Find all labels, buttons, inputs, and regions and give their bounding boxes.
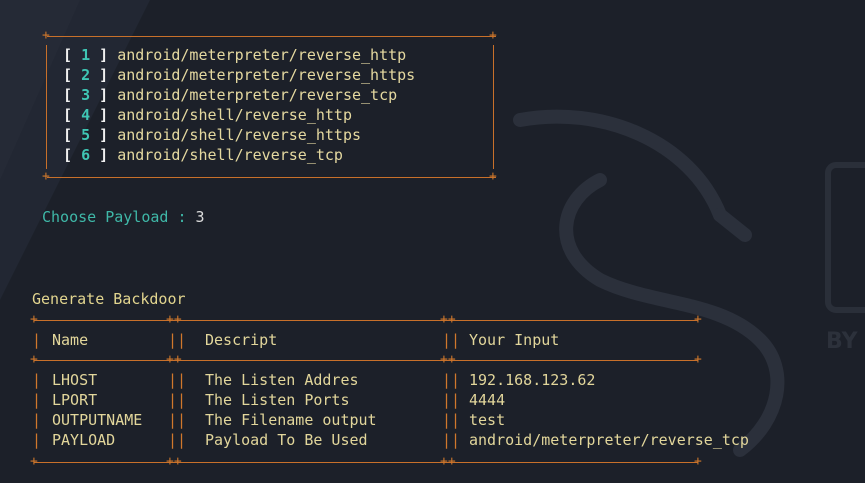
corner-plus: ++ (440, 454, 456, 469)
corner-plus: ++ (166, 352, 182, 367)
corner-plus: ++ (440, 352, 456, 367)
menu-left-border (46, 45, 47, 169)
row-name: LPORT (52, 391, 98, 409)
row-name: OUTPUTNAME (52, 411, 143, 429)
corner-plus: + (42, 28, 50, 43)
menu-item[interactable]: [ 4 ] android/shell/reverse_http (63, 105, 352, 125)
menu-right-border (493, 45, 494, 169)
table-border (34, 462, 698, 463)
corner-plus: ++ (166, 454, 182, 469)
corner-plus: + (694, 352, 702, 367)
payload-prompt[interactable]: Choose Payload : 3 (42, 207, 205, 227)
menu-item-number: 3 (81, 86, 91, 104)
row-descript: The Filename output (205, 411, 377, 429)
row-input: test (469, 411, 506, 429)
row-name: LHOST (52, 371, 98, 389)
menu-item-label: android/meterpreter/reverse_http (117, 46, 407, 64)
menu-top-border (47, 36, 496, 37)
table-border (34, 360, 698, 361)
menu-item-label: android/shell/reverse_https (117, 126, 362, 144)
menu-item-label: android/meterpreter/reverse_https (117, 66, 416, 84)
corner-plus: + (694, 312, 702, 327)
row-input: android/meterpreter/reverse_tcp (469, 431, 749, 449)
header-name: Name (52, 331, 89, 349)
kali-dragon-icon (513, 109, 785, 457)
corner-plus: + (489, 28, 497, 43)
row-name: PAYLOAD (52, 431, 116, 449)
menu-item-label: android/shell/reverse_http (117, 106, 352, 124)
corner-plus: + (30, 312, 38, 327)
header-your-input: Your Input (469, 331, 560, 349)
corner-plus: + (489, 169, 497, 184)
menu-item[interactable]: [ 6 ] android/shell/reverse_tcp (63, 145, 343, 165)
menu-item-number: 5 (81, 126, 91, 144)
menu-bottom-border (47, 177, 496, 178)
corner-plus: ++ (166, 312, 182, 327)
row-input: 4444 (469, 391, 506, 409)
watermark-shape (825, 162, 865, 313)
menu-item-number: 6 (81, 146, 91, 164)
table-border (34, 320, 698, 321)
row-input: 192.168.123.62 (469, 371, 596, 389)
watermark-text: BY (826, 329, 859, 354)
menu-item-number: 1 (81, 46, 91, 64)
corner-plus: ++ (440, 312, 456, 327)
menu-item[interactable]: [ 1 ] android/meterpreter/reverse_http (63, 45, 406, 65)
corner-plus: + (694, 454, 702, 469)
menu-item[interactable]: [ 3 ] android/meterpreter/reverse_tcp (63, 85, 397, 105)
menu-item-number: 4 (81, 106, 91, 124)
corner-plus: + (30, 454, 38, 469)
row-descript: The Listen Addres (205, 371, 359, 389)
prompt-label: Choose Payload : (42, 208, 196, 226)
menu-item[interactable]: [ 5 ] android/shell/reverse_https (63, 125, 361, 145)
menu-item-label: android/meterpreter/reverse_tcp (117, 86, 398, 104)
menu-item[interactable]: [ 2 ] android/meterpreter/reverse_https (63, 65, 415, 85)
menu-item-label: android/shell/reverse_tcp (117, 146, 343, 164)
row-descript: The Listen Ports (205, 391, 350, 409)
prompt-value[interactable]: 3 (196, 208, 205, 226)
corner-plus: + (30, 352, 38, 367)
backdoor-title: Generate Backdoor (32, 290, 186, 308)
menu-item-number: 2 (81, 66, 91, 84)
row-descript: Payload To Be Used (205, 431, 368, 449)
header-descript: Descript (205, 331, 278, 349)
corner-plus: + (42, 169, 50, 184)
